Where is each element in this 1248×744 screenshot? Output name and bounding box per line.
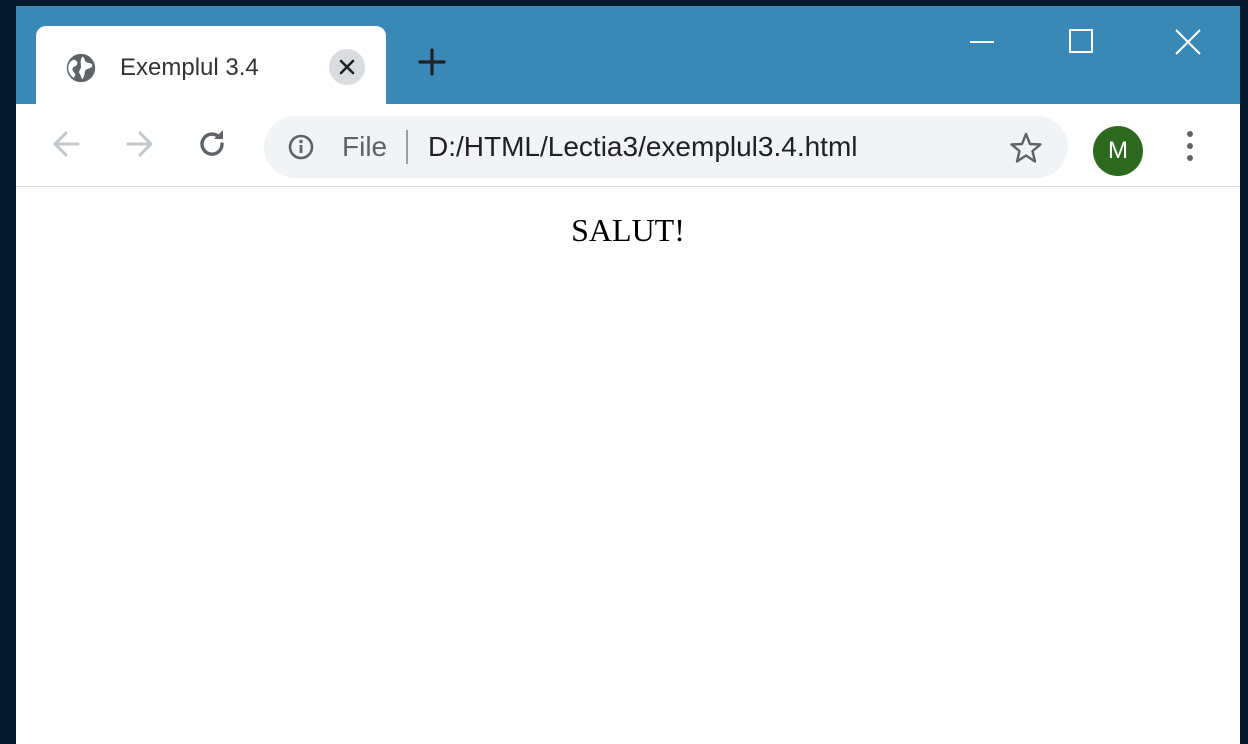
reload-button[interactable] [192, 124, 232, 164]
tab-close-button[interactable] [329, 49, 365, 85]
navigation-toolbar: File D:/HTML/Lectia3/exemplul3.4.html M [16, 104, 1240, 187]
back-button[interactable] [46, 124, 86, 164]
address-bar[interactable]: File D:/HTML/Lectia3/exemplul3.4.html [264, 116, 1068, 178]
new-tab-button[interactable] [414, 44, 450, 80]
reload-icon [200, 130, 224, 156]
address-separator [406, 130, 408, 164]
url-scheme-label: File [342, 131, 388, 162]
forward-button[interactable] [120, 124, 160, 164]
title-bar: Exemplul 3.4 [16, 6, 1240, 106]
maximize-icon [1069, 29, 1093, 53]
close-icon [339, 59, 355, 75]
page-text: SALUT! [571, 212, 685, 248]
plus-icon [418, 48, 446, 76]
back-arrow-icon [53, 131, 80, 157]
url-text[interactable]: D:/HTML/Lectia3/exemplul3.4.html [428, 130, 858, 164]
browser-window: Exemplul 3.4 File D:/HTML/Lectia3/exempl… [16, 6, 1240, 744]
page-content: SALUT! [16, 187, 1240, 744]
tab-title: Exemplul 3.4 [120, 54, 259, 81]
vertical-dots-icon[interactable] [1176, 126, 1204, 166]
window-close-button[interactable] [1166, 24, 1210, 60]
maximize-button[interactable] [1058, 24, 1102, 60]
profile-avatar[interactable]: M [1093, 126, 1143, 176]
info-icon[interactable] [286, 132, 316, 162]
forward-arrow-icon [126, 131, 153, 157]
star-icon[interactable] [1008, 130, 1044, 166]
close-icon [1175, 29, 1201, 55]
globe-icon [64, 51, 98, 85]
minimize-icon [970, 41, 994, 43]
active-tab[interactable]: Exemplul 3.4 [36, 26, 386, 106]
minimize-button[interactable] [960, 24, 1004, 60]
